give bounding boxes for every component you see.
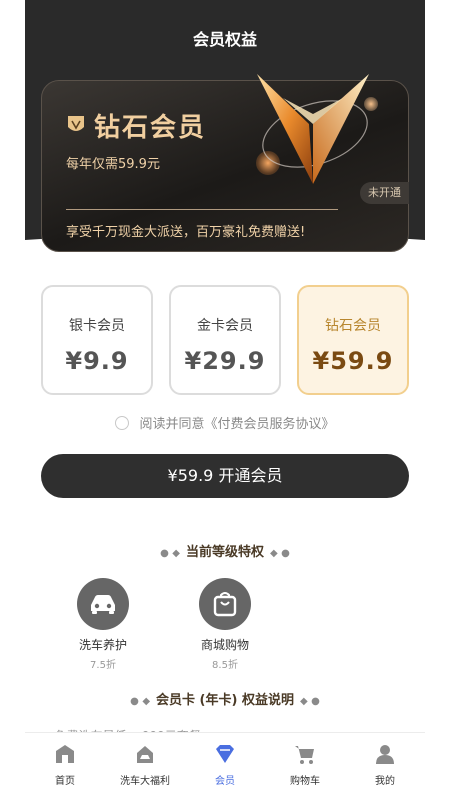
- status-badge: 未开通: [360, 182, 409, 204]
- plan-name: 银卡会员: [69, 318, 125, 334]
- tab-label: 我的: [375, 776, 395, 787]
- diamond-icon: [216, 745, 234, 763]
- card-title: 钻石会员: [94, 113, 207, 143]
- tab-label: 会员: [215, 776, 235, 787]
- perks-section-title: ● ◆ 当前等级特权 ◆ ●: [160, 545, 290, 560]
- plan-diamond[interactable]: 钻石会员 ¥59.9: [297, 285, 409, 395]
- crown-badge-icon: [68, 116, 84, 131]
- bottom-tab-bar: 首页 洗车大福利 会员 购物车 我的: [25, 732, 425, 800]
- perk-name: 洗车养护: [78, 638, 127, 652]
- shopping-bag-icon: [199, 578, 251, 630]
- plan-name: 钻石会员: [325, 318, 381, 334]
- cart-icon: [295, 746, 314, 764]
- diamond-deco-icon: ● ◆: [130, 696, 151, 707]
- tab-label: 购物车: [290, 776, 320, 787]
- perk-name: 商城购物: [200, 638, 249, 652]
- plan-silver[interactable]: 银卡会员 ¥9.9: [41, 285, 153, 395]
- diamond-deco-icon: ● ◆: [160, 548, 180, 559]
- benefits-section-title: ● ◆ 会员卡 (年卡) 权益说明 ◆ ●: [130, 693, 320, 708]
- agreement-radio[interactable]: [115, 416, 130, 430]
- tab-mine[interactable]: 我的: [345, 743, 425, 787]
- perk-discount: 8.5折: [212, 660, 238, 671]
- tab-label: 首页: [55, 776, 75, 787]
- page-title: 会员权益: [192, 30, 257, 49]
- diamond-v-logo-icon: [257, 74, 369, 184]
- plan-price: ¥29.9: [184, 347, 266, 375]
- plan-price: ¥59.9: [312, 347, 394, 375]
- diamond-deco-icon: ◆ ●: [299, 696, 320, 707]
- perk-discount: 7.5折: [90, 660, 116, 671]
- membership-page: 会员权益 钻石会员 每年仅需59.9元 享受千万现金大派送，百万豪礼免费赠送!: [25, 0, 425, 800]
- tab-home[interactable]: 首页: [25, 743, 105, 787]
- agreement-link[interactable]: 阅读并同意《付费会员服务协议》: [139, 417, 334, 432]
- plan-price: ¥9.9: [65, 347, 129, 375]
- home-icon: [56, 745, 74, 763]
- perk-car-wash[interactable]: 洗车养护 7.5折: [63, 578, 143, 671]
- user-icon: [376, 745, 394, 764]
- diamond-deco-icon: ◆ ●: [270, 548, 290, 559]
- car-icon: [77, 578, 129, 630]
- tab-membership[interactable]: 会员: [185, 743, 265, 787]
- tab-car-wash-deals[interactable]: 洗车大福利: [105, 743, 185, 787]
- car-wash-icon: [137, 746, 153, 763]
- plan-name: 金卡会员: [197, 318, 253, 334]
- card-slogan: 享受千万现金大派送，百万豪礼免费赠送!: [66, 225, 306, 240]
- tab-cart[interactable]: 购物车: [265, 743, 345, 787]
- card-price-text: 每年仅需59.9元: [66, 157, 160, 172]
- perk-mall-shopping[interactable]: 商城购物 8.5折: [185, 578, 265, 671]
- tab-label: 洗车大福利: [120, 776, 170, 787]
- open-membership-button[interactable]: ¥59.9 开通会员: [41, 454, 409, 498]
- card-divider: [66, 209, 338, 210]
- agreement-row: 阅读并同意《付费会员服务协议》: [25, 413, 425, 432]
- plan-gold[interactable]: 金卡会员 ¥29.9: [169, 285, 281, 395]
